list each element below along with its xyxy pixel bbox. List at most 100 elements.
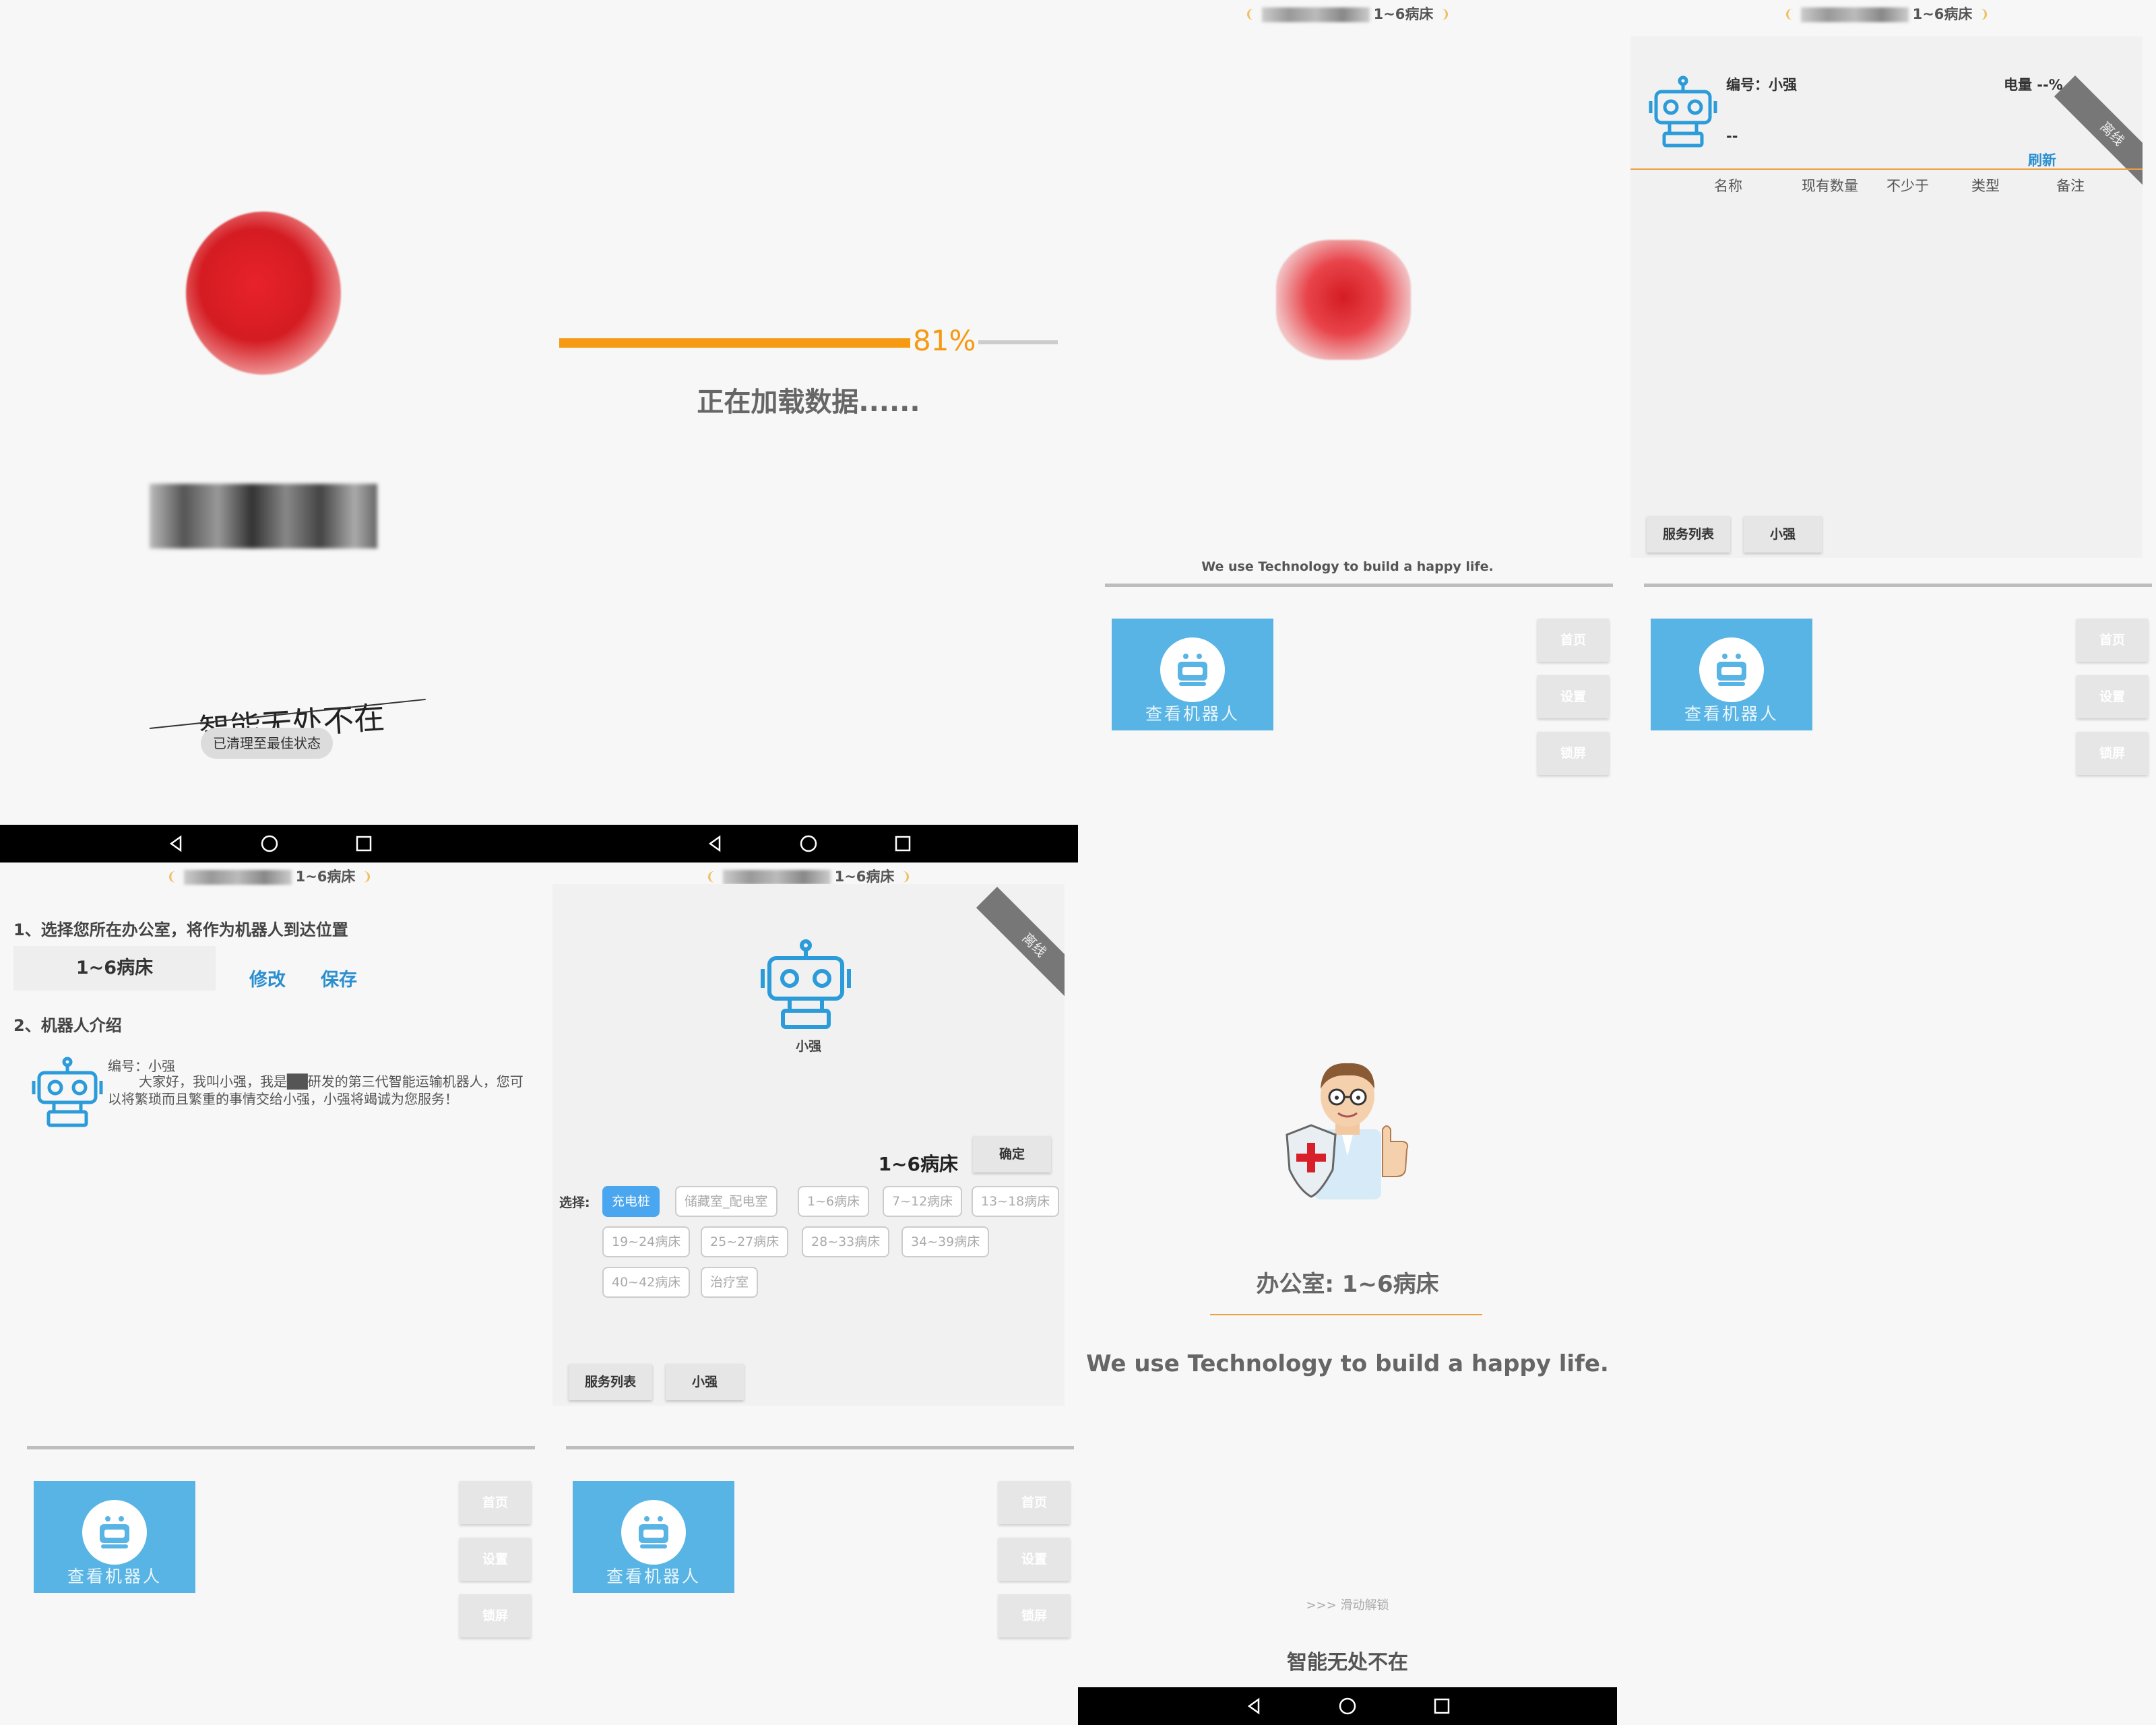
loading-text: 正在加载数据...... (697, 387, 920, 418)
offline-badge-text: 离线 (2097, 118, 2128, 149)
location-chip[interactable]: 34~39病床 (901, 1226, 990, 1257)
home-button[interactable]: 首页 (1537, 619, 1609, 662)
back-icon[interactable] (148, 825, 202, 862)
robot-tab-button[interactable]: 小强 (1744, 516, 1822, 553)
office-label: 办公室: 1~6病床 (1256, 1271, 1439, 1298)
orange-divider (1210, 1314, 1482, 1315)
back-icon[interactable] (687, 825, 741, 862)
home-icon[interactable] (243, 825, 296, 862)
wing-left-icon: ❨ (166, 870, 177, 884)
lock-button[interactable]: 锁屏 (459, 1594, 531, 1637)
robot-status-screen: ❨ 1~6病床 ❩ 编号：小强 -- 电量 --% 离线 刷新 名称 现有数量 不少… (1617, 0, 2156, 862)
robot-icon (1649, 75, 1717, 148)
location-chip[interactable]: 1~6病床 (798, 1186, 870, 1217)
section1-title: 1、选择您所在办公室，将作为机器人到达位置 (13, 920, 348, 939)
header-title: ❨ 1~6病床 ❩ (1617, 3, 2156, 26)
modify-link[interactable]: 修改 (249, 965, 286, 991)
robot-icon (32, 1057, 103, 1127)
selected-location: 1~6病床 (878, 1153, 958, 1175)
view-robot-button[interactable]: 查看机器人 (34, 1481, 195, 1593)
location-chip[interactable]: 充电桩 (602, 1186, 660, 1217)
robot-icon (82, 1500, 147, 1565)
col-type: 类型 (1971, 178, 2000, 194)
header-location: 1~6病床 (1912, 6, 1973, 22)
tagline: We use Technology to build a happy life. (1201, 559, 1494, 574)
section2-title: 2、机器人介绍 (13, 1016, 122, 1035)
divider (566, 1446, 1074, 1449)
system-nav-bar (1078, 1687, 1617, 1725)
slogan-text: 智能无处不在 (1287, 1651, 1408, 1674)
view-robot-label: 查看机器人 (67, 1567, 162, 1586)
tagline: We use Technology to build a happy life. (1086, 1350, 1609, 1377)
recents-icon[interactable] (1415, 1687, 1469, 1725)
location-chips: 充电桩 储藏室_配电室 1~6病床 7~12病床 13~18病床 19~24病床 25~27… (602, 1186, 1060, 1321)
doctor-illustration (1286, 1063, 1409, 1199)
home-screen: ❨ 1~6病床 ❩ We use Technology to build a hap… (1078, 0, 1617, 862)
location-chip[interactable]: 19~24病床 (602, 1226, 691, 1257)
view-robot-label: 查看机器人 (1145, 704, 1240, 724)
settings-button[interactable]: 设置 (459, 1538, 531, 1581)
view-robot-label: 查看机器人 (1684, 704, 1779, 724)
col-min: 不少于 (1886, 178, 1929, 194)
settings-button[interactable]: 设置 (2076, 675, 2148, 718)
location-chip[interactable]: 储藏室_配电室 (675, 1186, 778, 1217)
divider (1644, 584, 2152, 587)
loading-screen: 81% 正在加载数据...... (539, 0, 1078, 862)
col-stock: 现有数量 (1802, 178, 1858, 194)
location-chip[interactable]: 13~18病床 (972, 1186, 1060, 1217)
robot-icon (1160, 637, 1225, 702)
lock-button[interactable]: 锁屏 (1537, 732, 1609, 775)
table-header: 名称 现有数量 不少于 类型 备注 (1630, 171, 2143, 198)
robot-icon (1699, 637, 1764, 702)
service-list-button[interactable]: 服务列表 (569, 1364, 652, 1400)
robot-name: 小强 (795, 1039, 821, 1054)
header-location: 1~6病床 (1373, 6, 1434, 22)
divider (1105, 584, 1613, 587)
col-notes: 备注 (2056, 178, 2085, 194)
location-chip[interactable]: 40~42病床 (602, 1267, 691, 1298)
location-chip[interactable]: 25~27病床 (701, 1226, 789, 1257)
header-location: 1~6病床 (834, 869, 895, 885)
progress-percent: 81% (910, 323, 979, 358)
divider (27, 1446, 535, 1449)
system-nav-bar (0, 825, 539, 862)
settings-button[interactable]: 设置 (1537, 675, 1609, 718)
orange-divider (1630, 168, 2143, 170)
robot-intro-text: 大家好，我叫小强，我是██研发的第三代智能运输机器人，您可以将繁琐而且繁重的事情… (108, 1073, 524, 1107)
view-robot-button[interactable]: 查看机器人 (1112, 619, 1273, 730)
recents-icon[interactable] (337, 825, 391, 862)
refresh-link[interactable]: 刷新 (2028, 150, 2056, 170)
home-icon[interactable] (782, 825, 835, 862)
back-icon[interactable] (1226, 1687, 1280, 1725)
location-chip[interactable]: 7~12病床 (883, 1186, 963, 1217)
lock-button[interactable]: 锁屏 (998, 1594, 1070, 1637)
lock-button[interactable]: 锁屏 (2076, 732, 2148, 775)
home-button[interactable]: 首页 (459, 1481, 531, 1524)
robot-icon (621, 1500, 686, 1565)
unlock-hint[interactable]: >>> 滑动解锁 (1078, 1596, 1617, 1613)
robot-id-label: 编号：小强 (1726, 77, 1797, 93)
home-button[interactable]: 首页 (2076, 619, 2148, 662)
home-icon[interactable] (1321, 1687, 1374, 1725)
home-button[interactable]: 首页 (998, 1481, 1070, 1524)
office-field: 1~6病床 (13, 946, 216, 991)
location-chip[interactable]: 28~33病床 (802, 1226, 890, 1257)
view-robot-button[interactable]: 查看机器人 (573, 1481, 734, 1593)
header-title: ❨ 1~6病床 ❩ (0, 865, 539, 888)
service-list-button[interactable]: 服务列表 (1647, 516, 1730, 553)
wing-right-icon: ❩ (1440, 7, 1451, 22)
settings-screen: ❨ 1~6病床 ❩ 1、选择您所在办公室，将作为机器人到达位置 1~6病床 修改 保… (0, 862, 539, 1725)
view-robot-button[interactable]: 查看机器人 (1651, 619, 1812, 730)
wing-left-icon: ❨ (1783, 7, 1794, 22)
location-chip[interactable]: 治疗室 (701, 1267, 759, 1298)
robot-tab-button[interactable]: 小强 (666, 1364, 744, 1400)
recents-icon[interactable] (876, 825, 930, 862)
confirm-button[interactable]: 确定 (973, 1136, 1051, 1172)
splash-screen: 智能无处不在 已清理至最佳状态 (0, 0, 539, 862)
save-link[interactable]: 保存 (321, 965, 357, 991)
lock-screen: 办公室: 1~6病床 We use Technology to build a … (1078, 862, 1617, 1725)
wing-right-icon: ❩ (362, 870, 373, 884)
brand-name-image (1261, 7, 1370, 22)
settings-button[interactable]: 设置 (998, 1538, 1070, 1581)
brand-name-image (1800, 7, 1909, 22)
